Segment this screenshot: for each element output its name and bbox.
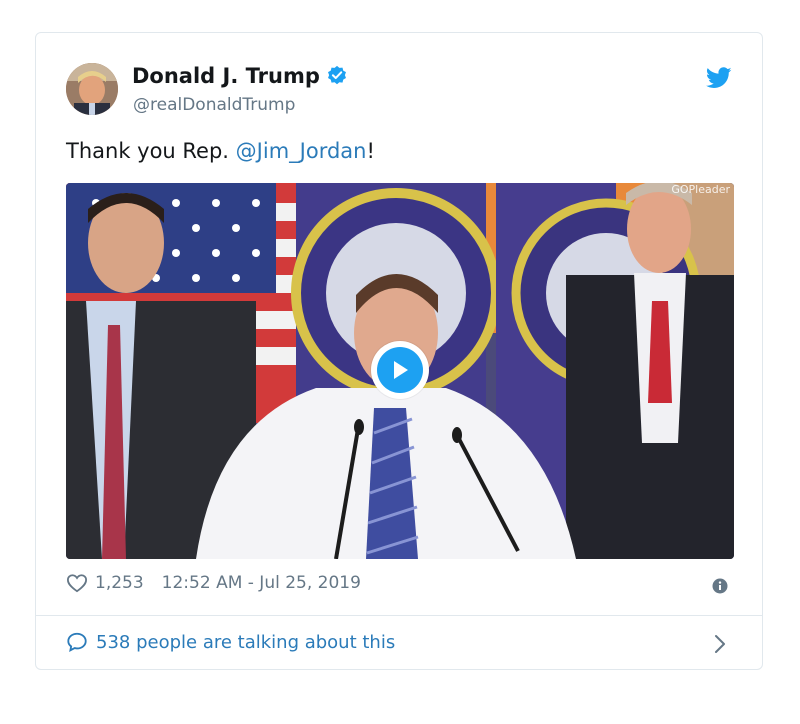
author-name-row: Donald J. Trump — [132, 64, 348, 88]
conversation-text: 538 people are talking about this — [96, 631, 396, 653]
chevron-right-icon[interactable] — [714, 634, 726, 654]
heart-icon[interactable] — [66, 573, 88, 593]
tweet-text: Thank you Rep. @Jim_Jordan! — [66, 139, 375, 163]
tweet-text-suffix: ! — [366, 139, 375, 163]
handle[interactable]: @realDonaldTrump — [133, 95, 295, 115]
speech-bubble-icon — [66, 631, 88, 653]
play-button[interactable] — [371, 341, 429, 399]
info-icon[interactable] — [712, 578, 728, 594]
avatar-image — [66, 63, 118, 115]
twitter-bird-icon[interactable] — [705, 67, 732, 89]
play-icon — [377, 347, 423, 393]
tweet-card: Donald J. Trump @realDonaldTrump Thank y… — [35, 32, 763, 670]
video-watermark: GOPleader — [671, 183, 730, 196]
avatar[interactable] — [66, 63, 118, 115]
divider — [36, 615, 762, 616]
likes-count[interactable]: 1,253 — [95, 573, 144, 593]
mention-link[interactable]: @Jim_Jordan — [236, 139, 367, 163]
tweet-meta: 1,253 12:52 AM - Jul 25, 2019 — [66, 573, 361, 593]
conversation-link[interactable]: 538 people are talking about this — [66, 631, 395, 653]
tweet-text-prefix: Thank you Rep. — [66, 139, 236, 163]
timestamp[interactable]: 12:52 AM - Jul 25, 2019 — [162, 573, 361, 593]
video-thumbnail[interactable]: GOPleader — [66, 183, 734, 559]
verified-badge-icon — [326, 65, 348, 87]
display-name[interactable]: Donald J. Trump — [132, 64, 320, 88]
